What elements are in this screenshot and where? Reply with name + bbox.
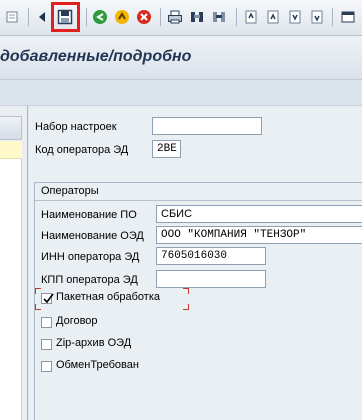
kpp-input[interactable]: [156, 270, 266, 288]
preset-label: Набор настроек: [35, 121, 117, 133]
previous-page-icon[interactable]: [265, 9, 281, 25]
screen-title-bar: добавленные/подробно: [0, 36, 362, 80]
inn-label: ИНН оператора ЭД: [41, 251, 140, 263]
zip-archive-label: Zip-архив ОЭД: [56, 337, 132, 349]
kpp-label: КПП оператора ЭД: [41, 274, 138, 286]
cancel-icon[interactable]: [136, 9, 152, 25]
batch-processing-checkbox[interactable]: [41, 293, 54, 304]
contract-checkbox[interactable]: [41, 317, 52, 328]
oed-name-input[interactable]: ООО "КОМПАНИЯ "ТЕНЗОР": [156, 226, 362, 244]
selected-tree-row[interactable]: [0, 141, 22, 159]
tree-header: [0, 116, 22, 140]
contract-label: Договор: [56, 315, 98, 327]
batch-processing-label: Пакетная обработка: [56, 291, 160, 303]
find-icon[interactable]: [189, 9, 205, 25]
exchange-requirements-label: ОбменТребован: [56, 359, 139, 371]
back-icon[interactable]: [34, 9, 50, 25]
print-icon[interactable]: [167, 9, 183, 25]
green-back-icon[interactable]: [92, 9, 108, 25]
zip-archive-checkbox[interactable]: [41, 339, 52, 350]
tree-list: [0, 159, 22, 420]
first-page-icon[interactable]: [243, 9, 259, 25]
exit-icon[interactable]: [114, 9, 130, 25]
last-page-icon[interactable]: [309, 9, 325, 25]
operator-code-label: Код оператора ЭД: [35, 144, 129, 156]
find-next-icon[interactable]: [211, 9, 227, 25]
inn-input[interactable]: 7605016030: [156, 247, 266, 265]
operator-code-input[interactable]: 2BE: [152, 140, 181, 158]
oed-name-label: Наименование ОЭД: [41, 230, 144, 242]
exchange-requirements-checkbox[interactable]: [41, 361, 52, 372]
details-pane: Набор настроек Код оператора ЭД 2BE Опер…: [29, 106, 362, 420]
save-highlight-box: [51, 2, 80, 32]
application-toolbar: [0, 0, 362, 36]
application-strip: [0, 81, 362, 106]
dropdown-icon[interactable]: [6, 9, 22, 25]
operators-group-title: Операторы: [41, 185, 99, 197]
preset-input[interactable]: [152, 117, 262, 135]
software-name-label: Наименование ПО: [41, 209, 137, 221]
operators-group: Операторы Наименование ПО СБИС Наименова…: [34, 182, 362, 420]
create-session-icon[interactable]: [340, 9, 356, 25]
left-navigation-pane: [0, 106, 28, 420]
software-name-input[interactable]: СБИС: [156, 205, 362, 223]
next-page-icon[interactable]: [287, 9, 303, 25]
page-title: добавленные/подробно: [0, 48, 192, 65]
